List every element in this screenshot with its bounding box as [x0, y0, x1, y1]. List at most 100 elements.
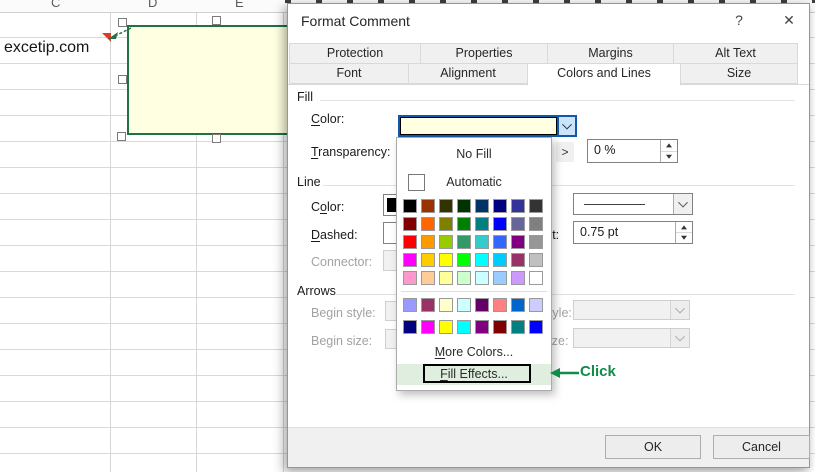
color-swatch[interactable] [529, 217, 543, 231]
color-swatch[interactable] [457, 217, 471, 231]
color-swatch[interactable] [439, 320, 453, 334]
color-swatch[interactable] [421, 217, 435, 231]
tab-properties[interactable]: Properties [420, 43, 548, 64]
transparency-value[interactable]: 0 % [588, 140, 660, 162]
dialog-titlebar[interactable]: Format Comment ? ✕ [288, 4, 809, 36]
tab-font[interactable]: Font [289, 63, 409, 84]
color-swatch[interactable] [511, 217, 525, 231]
cancel-button[interactable]: Cancel [713, 435, 810, 459]
color-swatch[interactable] [475, 199, 489, 213]
help-icon[interactable]: ? [724, 9, 754, 31]
color-swatch[interactable] [457, 199, 471, 213]
column-header-d[interactable]: D [148, 0, 157, 10]
recent-colors-grid [403, 298, 543, 334]
transparency-spinner[interactable]: 0 % [587, 139, 678, 163]
color-swatch[interactable] [421, 271, 435, 285]
color-swatch[interactable] [493, 235, 507, 249]
cell-excetip[interactable]: excetip.com [4, 39, 89, 57]
color-swatch[interactable] [511, 320, 525, 334]
end-style-dropdown [573, 300, 690, 320]
color-swatch[interactable] [493, 199, 507, 213]
color-swatch[interactable] [493, 217, 507, 231]
color-swatch[interactable] [403, 271, 417, 285]
color-swatch[interactable] [421, 253, 435, 267]
color-swatch[interactable] [421, 199, 435, 213]
column-header-c[interactable]: C [51, 0, 60, 10]
spin-up-button[interactable] [661, 140, 677, 151]
color-swatch[interactable] [421, 320, 435, 334]
resize-handle-bottom-left[interactable] [117, 132, 126, 141]
menu-item-no-fill[interactable]: No Fill [397, 141, 551, 168]
color-swatch[interactable] [457, 298, 471, 312]
line-style-dropdown[interactable] [573, 193, 693, 215]
color-swatch[interactable] [529, 199, 543, 213]
color-swatch[interactable] [439, 235, 453, 249]
triangle-up-icon [681, 225, 687, 230]
tab-colors-and-lines[interactable]: Colors and Lines [527, 63, 681, 86]
fill-color-dropdown-button[interactable] [559, 115, 577, 137]
color-swatch[interactable] [511, 253, 525, 267]
fill-color-dropdown[interactable] [398, 115, 577, 137]
color-swatch[interactable] [475, 217, 489, 231]
color-swatch[interactable] [493, 298, 507, 312]
transparency-slider-right-button[interactable]: > [556, 142, 574, 162]
color-swatch[interactable] [439, 271, 453, 285]
color-swatch[interactable] [439, 217, 453, 231]
color-swatch[interactable] [493, 271, 507, 285]
color-swatch[interactable] [457, 271, 471, 285]
comment-box[interactable] [127, 25, 307, 135]
color-swatch[interactable] [403, 199, 417, 213]
color-swatch[interactable] [457, 320, 471, 334]
menu-item-more-colors[interactable]: More Colors... [397, 342, 551, 363]
color-swatch[interactable] [421, 298, 435, 312]
color-swatch[interactable] [403, 217, 417, 231]
color-swatch[interactable] [529, 298, 543, 312]
tab-size[interactable]: Size [680, 63, 798, 84]
color-swatch[interactable] [421, 235, 435, 249]
color-swatch[interactable] [475, 320, 489, 334]
color-swatch[interactable] [457, 235, 471, 249]
spin-up-button[interactable] [676, 222, 692, 232]
spin-down-button[interactable] [661, 150, 677, 162]
automatic-swatch-icon [408, 174, 425, 191]
close-icon[interactable]: ✕ [774, 9, 804, 31]
color-swatch[interactable] [529, 253, 543, 267]
spin-down-button[interactable] [676, 232, 692, 243]
tab-protection[interactable]: Protection [289, 43, 421, 64]
color-swatch[interactable] [493, 253, 507, 267]
color-swatch[interactable] [529, 271, 543, 285]
color-swatch[interactable] [493, 320, 507, 334]
color-swatch[interactable] [403, 298, 417, 312]
color-swatch[interactable] [475, 235, 489, 249]
ok-button[interactable]: OK [605, 435, 701, 459]
color-swatch[interactable] [475, 253, 489, 267]
color-swatch[interactable] [475, 271, 489, 285]
fill-color-value[interactable] [398, 115, 559, 137]
color-swatch[interactable] [403, 253, 417, 267]
weight-spinner[interactable]: 0.75 pt [573, 221, 693, 244]
color-swatch[interactable] [439, 253, 453, 267]
color-swatch[interactable] [439, 199, 453, 213]
weight-value[interactable]: 0.75 pt [574, 222, 675, 243]
color-swatch[interactable] [511, 199, 525, 213]
tab-alt-text[interactable]: Alt Text [673, 43, 798, 64]
color-swatch[interactable] [529, 320, 543, 334]
color-swatch[interactable] [457, 253, 471, 267]
color-swatch[interactable] [475, 298, 489, 312]
color-swatch[interactable] [439, 298, 453, 312]
color-swatch[interactable] [511, 298, 525, 312]
color-swatch[interactable] [529, 235, 543, 249]
color-swatch[interactable] [403, 235, 417, 249]
resize-handle-mid-left[interactable] [118, 75, 127, 84]
column-header-e[interactable]: E [235, 0, 244, 10]
resize-handle-bottom-mid[interactable] [212, 134, 221, 143]
color-swatch[interactable] [403, 320, 417, 334]
tab-alignment[interactable]: Alignment [408, 63, 528, 84]
tab-margins[interactable]: Margins [547, 43, 674, 64]
line-style-dropdown-button[interactable] [673, 194, 692, 214]
resize-handle-top-mid[interactable] [212, 16, 221, 25]
menu-item-fill-effects[interactable]: Fill Effects... [397, 364, 551, 385]
color-swatch[interactable] [511, 271, 525, 285]
color-swatch[interactable] [511, 235, 525, 249]
resize-handle-top-left[interactable] [118, 18, 127, 27]
